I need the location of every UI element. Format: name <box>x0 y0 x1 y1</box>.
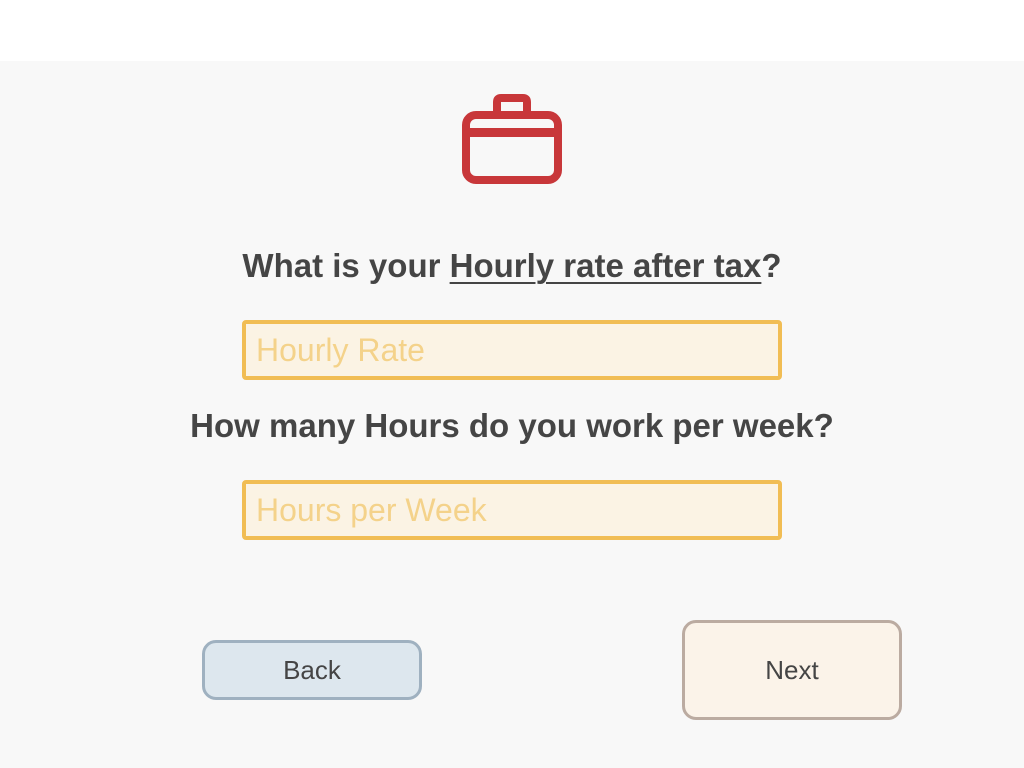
hourly-rate-term[interactable]: Hourly rate after tax <box>450 247 762 284</box>
hourly-rate-question: What is your Hourly rate after tax? <box>0 246 1024 286</box>
hours-per-week-input[interactable] <box>242 480 782 540</box>
top-bar <box>0 0 1024 61</box>
main-content: What is your Hourly rate after tax? How … <box>0 61 1024 768</box>
hours-per-week-question: How many Hours do you work per week? <box>190 407 834 444</box>
briefcase-icon <box>462 94 562 184</box>
question-suffix: ? <box>761 247 782 284</box>
next-button[interactable]: Next <box>682 620 902 720</box>
question-prefix: What is your <box>242 247 450 284</box>
hourly-rate-input[interactable] <box>242 320 782 380</box>
back-button[interactable]: Back <box>202 640 422 700</box>
